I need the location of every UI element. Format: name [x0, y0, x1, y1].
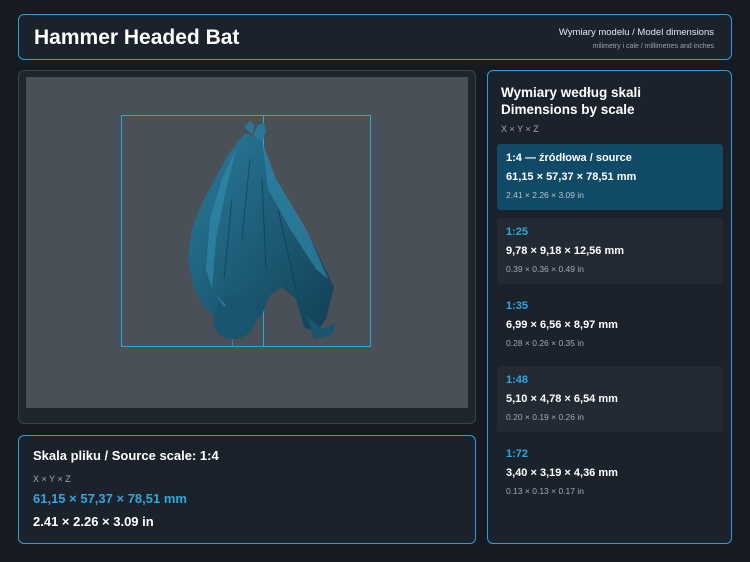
scales-title-pl: Wymiary według skali — [501, 85, 642, 100]
scale-card-1-4[interactable]: 1:4 — źródłowa / source 61,15 × 57,37 × … — [497, 144, 723, 210]
scale-dimensions-mm: 5,10 × 4,78 × 6,54 mm — [506, 393, 618, 405]
scale-card-1-72[interactable]: 1:72 3,40 × 3,19 × 4,36 mm 0.13 × 0.13 ×… — [497, 440, 723, 506]
model-viewer-panel — [18, 70, 476, 424]
source-axes-label: X × Y × Z — [33, 474, 71, 484]
scale-dimensions-mm: 6,99 × 6,56 × 8,97 mm — [506, 319, 618, 331]
scale-label: 1:72 — [506, 448, 529, 460]
source-scale-title: Skala pliku / Source scale: 1:4 — [33, 448, 219, 463]
scale-dimensions-in: 0.20 × 0.19 × 0.26 in — [506, 412, 584, 422]
scale-dimensions-in: 2.41 × 2.26 × 3.09 in — [506, 190, 584, 200]
header-subtitle: Wymiary modelu / Model dimensions — [558, 27, 714, 38]
source-dimensions-mm: 61,15 × 57,37 × 78,51 mm — [33, 491, 187, 506]
scales-axes-label: X × Y × Z — [501, 124, 539, 134]
scales-title-en: Dimensions by scale — [501, 102, 635, 117]
source-dimensions-in: 2.41 × 2.26 × 3.09 in — [33, 514, 154, 529]
header-units-note: milimetry i cale / millimetres and inche… — [592, 43, 714, 50]
model-viewport[interactable] — [26, 77, 468, 408]
scale-dimensions-in: 0.13 × 0.13 × 0.17 in — [506, 486, 584, 496]
scale-card-1-25[interactable]: 1:25 9,78 × 9,18 × 12,56 mm 0.39 × 0.36 … — [497, 218, 723, 284]
scale-dimensions-in: 0.28 × 0.26 × 0.35 in — [506, 338, 584, 348]
scale-dimensions-mm: 9,78 × 9,18 × 12,56 mm — [506, 245, 625, 257]
scales-panel: Wymiary według skali Dimensions by scale… — [487, 70, 732, 544]
scale-label: 1:25 — [506, 226, 529, 238]
header-bar: Hammer Headed Bat Wymiary modelu / Model… — [18, 14, 732, 60]
source-scale-panel: Skala pliku / Source scale: 1:4 X × Y × … — [18, 435, 476, 544]
scale-card-1-48[interactable]: 1:48 5,10 × 4,78 × 6,54 mm 0.20 × 0.19 ×… — [497, 366, 723, 432]
scale-label: 1:48 — [506, 374, 529, 386]
scale-dimensions-mm: 3,40 × 3,19 × 4,36 mm — [506, 467, 618, 479]
scale-dimensions-mm: 61,15 × 57,37 × 78,51 mm — [506, 171, 637, 183]
scale-label: 1:35 — [506, 300, 529, 312]
scale-card-1-35[interactable]: 1:35 6,99 × 6,56 × 8,97 mm 0.28 × 0.26 ×… — [497, 292, 723, 358]
scale-dimensions-in: 0.39 × 0.36 × 0.49 in — [506, 264, 584, 274]
page-title: Hammer Headed Bat — [34, 26, 240, 49]
bat-model-render — [188, 121, 336, 340]
scale-label: 1:4 — źródłowa / source — [506, 152, 632, 164]
